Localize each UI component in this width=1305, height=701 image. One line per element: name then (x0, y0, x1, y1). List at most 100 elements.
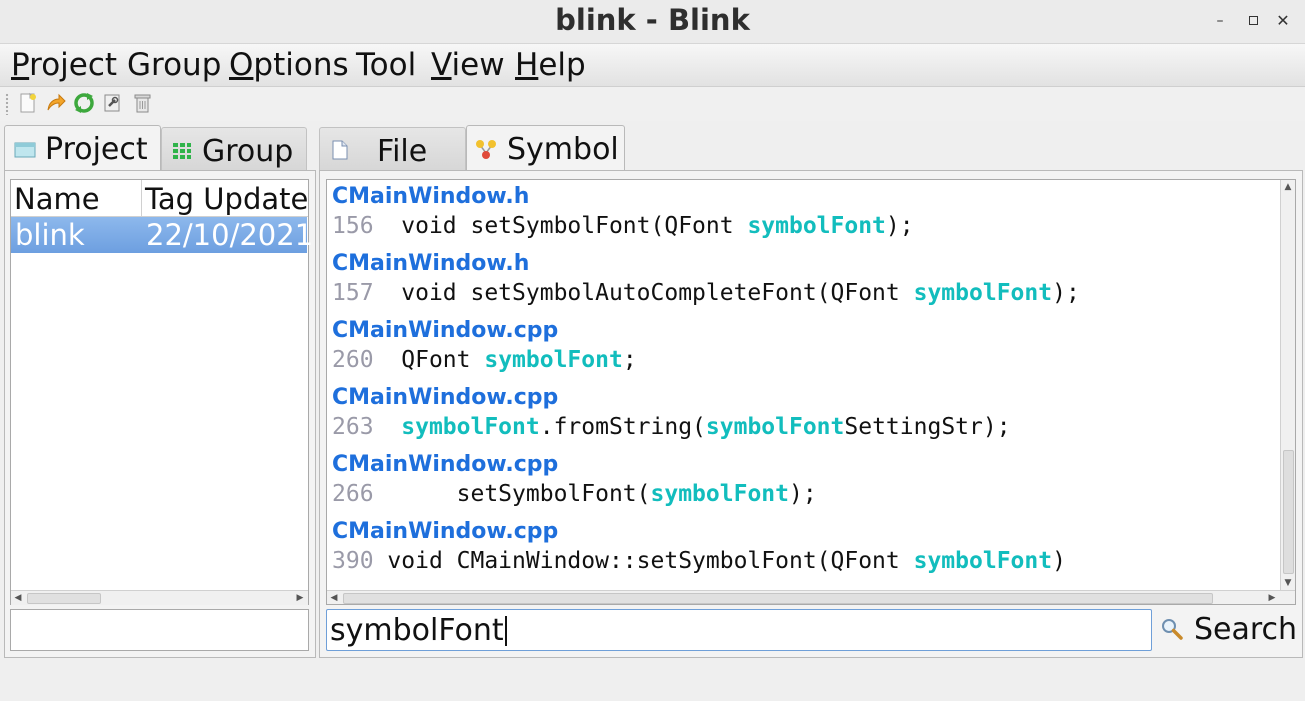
menu-options[interactable]: Options (229, 47, 349, 83)
code-text: ; (622, 347, 637, 373)
delete-icon[interactable] (131, 92, 153, 114)
scroll-left-icon[interactable]: ◀ (327, 591, 341, 604)
match-highlight: symbolFont (913, 280, 1053, 306)
horizontal-scroll-thumb[interactable] (343, 593, 1213, 604)
match-highlight: symbolFont (484, 347, 623, 373)
result-code-line[interactable]: 157 void setSymbolAutoCompleteFont(QFont… (332, 280, 1080, 306)
settings-icon[interactable] (101, 92, 123, 114)
vertical-scroll-thumb[interactable] (1283, 450, 1294, 574)
tab-group-label: Group (202, 134, 294, 169)
result-code-line[interactable]: 156 void setSymbolFont(QFont symbolFont)… (332, 213, 914, 239)
group-filter-input[interactable] (10, 609, 309, 651)
search-input-value: symbolFont (330, 613, 504, 648)
tab-group[interactable]: Group (161, 127, 307, 172)
match-highlight: symbolFont (747, 213, 886, 239)
new-project-icon[interactable] (17, 92, 39, 114)
search-icon (1162, 619, 1183, 640)
result-file-link[interactable]: CMainWindow.h (332, 184, 529, 209)
close-icon: ✕ (1276, 11, 1290, 30)
symbol-icon (476, 140, 496, 159)
toolbar (0, 87, 1305, 121)
code-text: void CMainWindow::setSymbolFont(QFont (387, 548, 914, 574)
result-code-line[interactable]: 266 setSymbolFont(symbolFont); (332, 481, 817, 507)
project-icon (14, 142, 36, 158)
title-bar: blink - Blink – ✕ (0, 0, 1305, 44)
open-icon[interactable] (45, 92, 67, 114)
code-text: .fromString( (539, 414, 706, 440)
code-text: ) (1052, 548, 1066, 574)
code-text: ); (885, 213, 914, 239)
search-button[interactable]: Search (1157, 609, 1298, 649)
results-vertical-scrollbar[interactable]: ▲ ▼ (1280, 180, 1295, 590)
tab-file-label: File (377, 134, 428, 169)
project-panel: Name Tag Update blink 22/10/2021 ◀ ▶ (4, 170, 316, 658)
file-icon (332, 140, 348, 160)
search-button-label: Search (1194, 612, 1298, 647)
code-text: QFont (401, 347, 485, 373)
code-text: void setSymbolAutoCompleteFont(QFont (401, 280, 914, 306)
menu-view[interactable]: View (431, 47, 505, 83)
text-caret (505, 616, 507, 646)
result-file-link[interactable]: CMainWindow.cpp (332, 385, 558, 410)
tab-symbol[interactable]: Symbol (466, 125, 625, 172)
result-code-line[interactable]: 263 symbolFont.fromString(symbolFontSett… (332, 414, 1011, 440)
column-header-tag-update[interactable]: Tag Update (142, 180, 308, 217)
scroll-up-icon[interactable]: ▲ (1281, 180, 1295, 194)
match-highlight: symbolFont (913, 548, 1053, 574)
code-text: ); (789, 481, 817, 507)
menu-help[interactable]: Help (515, 47, 586, 83)
result-file-link[interactable]: CMainWindow.h (332, 251, 529, 276)
match-highlight: symbolFont (650, 481, 789, 507)
tab-symbol-label: Symbol (507, 132, 619, 167)
column-header-name[interactable]: Name (11, 180, 142, 217)
group-icon (173, 143, 191, 159)
tab-project-label: Project (45, 132, 148, 167)
line-number: 260 (332, 347, 374, 373)
code-text: SettingStr); (844, 414, 1011, 440)
line-number: 390 (332, 548, 374, 574)
results-list: CMainWindow.h 156 void setSymbolFont(QFon… (327, 180, 1277, 590)
match-highlight: symbolFont (705, 414, 845, 440)
code-text: ); (1052, 280, 1080, 306)
match-highlight: symbolFont (401, 414, 540, 440)
symbol-panel: CMainWindow.h 156 void setSymbolFont(QFon… (319, 170, 1303, 658)
line-number: 263 (332, 414, 374, 440)
close-button[interactable]: ✕ (1272, 10, 1294, 32)
project-horizontal-scrollbar[interactable]: ◀ ▶ (11, 590, 308, 605)
minimize-icon: – (1216, 13, 1224, 29)
search-input[interactable]: symbolFont (326, 609, 1152, 651)
line-number: 157 (332, 280, 374, 306)
result-code-line[interactable]: 260 QFont symbolFont; (332, 347, 637, 373)
result-file-link[interactable]: CMainWindow.cpp (332, 318, 558, 343)
refresh-icon[interactable] (73, 92, 95, 114)
table-row[interactable]: blink 22/10/2021 (11, 217, 313, 253)
line-number: 266 (332, 481, 374, 507)
code-text: setSymbolFont( (456, 481, 651, 507)
scroll-right-icon[interactable]: ▶ (293, 591, 307, 605)
project-table: Name Tag Update blink 22/10/2021 ◀ ▶ (10, 179, 313, 605)
project-name-cell: blink (15, 218, 85, 252)
scroll-left-icon[interactable]: ◀ (11, 591, 25, 605)
line-number: 156 (332, 213, 374, 239)
maximize-button[interactable] (1242, 10, 1264, 32)
tab-file[interactable]: File (319, 127, 466, 172)
toolbar-grip[interactable] (5, 93, 9, 115)
tab-project[interactable]: Project (4, 125, 161, 172)
maximize-icon (1248, 16, 1258, 25)
search-results-view[interactable]: CMainWindow.h 156 void setSymbolFont(QFon… (326, 179, 1296, 605)
menu-tool[interactable]: Tool (356, 47, 416, 83)
scroll-right-icon[interactable]: ▶ (1265, 591, 1279, 604)
window-title: blink - Blink (555, 3, 750, 37)
scroll-down-icon[interactable]: ▼ (1281, 576, 1295, 590)
results-horizontal-scrollbar[interactable]: ◀ ▶ (327, 590, 1295, 604)
result-code-line[interactable]: 390 void CMainWindow::setSymbolFont(QFon… (332, 548, 1066, 574)
result-file-link[interactable]: CMainWindow.cpp (332, 519, 558, 544)
result-file-link[interactable]: CMainWindow.cpp (332, 452, 558, 477)
code-text: void setSymbolFont(QFont (401, 213, 748, 239)
menu-bar: Project Group Options Tool View Help (0, 44, 1305, 87)
menu-group[interactable]: Group (127, 47, 221, 83)
minimize-button[interactable]: – (1209, 10, 1231, 32)
menu-project[interactable]: Project (11, 47, 117, 83)
scroll-thumb[interactable] (27, 593, 101, 604)
project-tag-update-cell: 22/10/2021 (146, 218, 314, 252)
